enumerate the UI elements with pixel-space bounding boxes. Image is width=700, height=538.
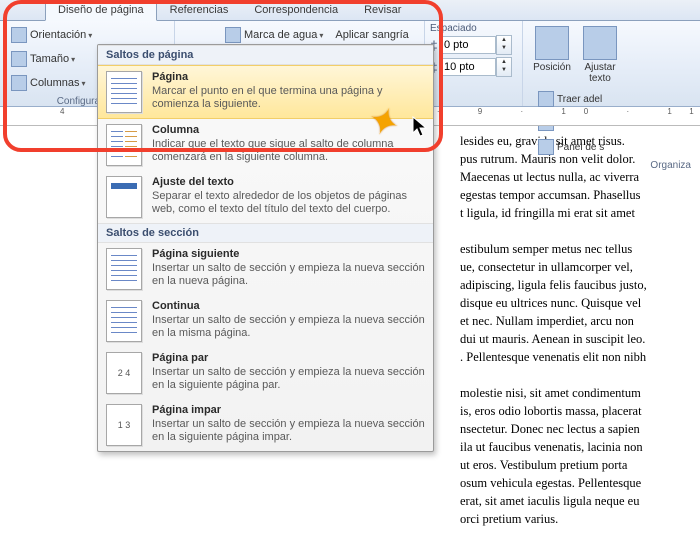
menu-header-page-breaks: Saltos de página: [98, 45, 433, 65]
tab-references[interactable]: Referencias: [157, 0, 242, 20]
section-continuous-icon: [106, 300, 142, 342]
menu-item-cont-title: Continua: [152, 300, 425, 312]
section-next-page-icon: [106, 248, 142, 290]
ribbon-tabs: Diseño de página Referencias Corresponde…: [0, 0, 700, 21]
menu-item-next-title: Página siguiente: [152, 248, 425, 260]
columns-icon: [11, 75, 27, 91]
tab-mailings[interactable]: Correspondencia: [241, 0, 351, 20]
spacing-after[interactable]: ‡▲▼: [430, 57, 517, 77]
menu-item-text-wrap[interactable]: Ajuste del texto Separar el texto alreded…: [98, 171, 433, 223]
section-even-page-icon: 2 4: [106, 352, 142, 394]
menu-item-wrap-desc: Separar el texto alrededor de los objeto…: [152, 190, 425, 216]
menu-item-odd-title: Página impar: [152, 404, 425, 416]
tab-page-layout[interactable]: Diseño de página: [45, 0, 157, 21]
apply-indent-button[interactable]: Aplicar sangría: [330, 24, 413, 46]
menu-item-next-desc: Insertar un salto de sección y empieza l…: [152, 262, 425, 288]
group-spacing: Espaciado ‡▲▼ ‡▲▼: [425, 21, 523, 106]
text-wrap-break-icon: [106, 176, 142, 218]
menu-item-odd-page[interactable]: 1 3 Página impar Insertar un salto de sec…: [98, 399, 433, 451]
size-icon: [11, 51, 27, 67]
selection-pane-icon: [538, 139, 554, 155]
menu-item-odd-desc: Insertar un salto de sección y empieza l…: [152, 418, 425, 444]
position-button[interactable]: Posición: [528, 23, 576, 87]
menu-item-even-desc: Insertar un salto de sección y empieza l…: [152, 366, 425, 392]
apply-indent-label: Aplicar sangría: [335, 29, 408, 41]
watermark-button[interactable]: Marca de agua▾: [220, 24, 328, 46]
watermark-icon: [225, 27, 241, 43]
position-icon: [535, 26, 569, 60]
menu-item-cont-desc: Insertar un salto de sección y empieza l…: [152, 314, 425, 340]
menu-item-wrap-title: Ajuste del texto: [152, 176, 425, 188]
columns-label: Columnas: [30, 77, 80, 89]
bring-forward-icon: [538, 91, 554, 107]
menu-item-even-page[interactable]: 2 4 Página par Insertar un salto de secci…: [98, 347, 433, 399]
menu-item-next-page[interactable]: Página siguiente Insertar un salto de sec…: [98, 243, 433, 295]
menu-header-section-breaks: Saltos de sección: [98, 223, 433, 243]
orientation-icon: [11, 27, 27, 43]
selection-pane-button[interactable]: Panel de s: [533, 136, 609, 158]
orientation-button[interactable]: Orientación▾: [6, 24, 168, 46]
group-arrange-label: Organiza: [528, 159, 695, 172]
group-arrange: Posición Ajustar texto Traer adel Enviar…: [523, 21, 700, 106]
page-break-icon: [106, 71, 142, 113]
size-label: Tamaño: [30, 53, 69, 65]
spacing-before-input[interactable]: [440, 36, 496, 54]
wrap-text-button[interactable]: Ajustar texto: [576, 23, 624, 87]
section-odd-page-icon: 1 3: [106, 404, 142, 446]
orientation-label: Orientación: [30, 29, 86, 41]
mouse-cursor-icon: [412, 116, 430, 143]
spacing-label: Espaciado: [430, 23, 517, 34]
column-break-icon: [106, 124, 142, 166]
menu-item-page-title: Página: [152, 71, 425, 83]
spacing-before[interactable]: ‡▲▼: [430, 35, 517, 55]
watermark-label: Marca de agua: [244, 29, 317, 41]
spacing-after-input[interactable]: [440, 58, 496, 76]
menu-item-continuous[interactable]: Continua Insertar un salto de sección y e…: [98, 295, 433, 347]
tab-review[interactable]: Revisar: [351, 0, 414, 20]
wrap-icon: [583, 26, 617, 60]
wrap-label: Ajustar texto: [577, 62, 623, 84]
size-button[interactable]: Tamaño▾: [6, 48, 80, 70]
menu-item-even-title: Página par: [152, 352, 425, 364]
position-label: Posición: [533, 62, 571, 73]
